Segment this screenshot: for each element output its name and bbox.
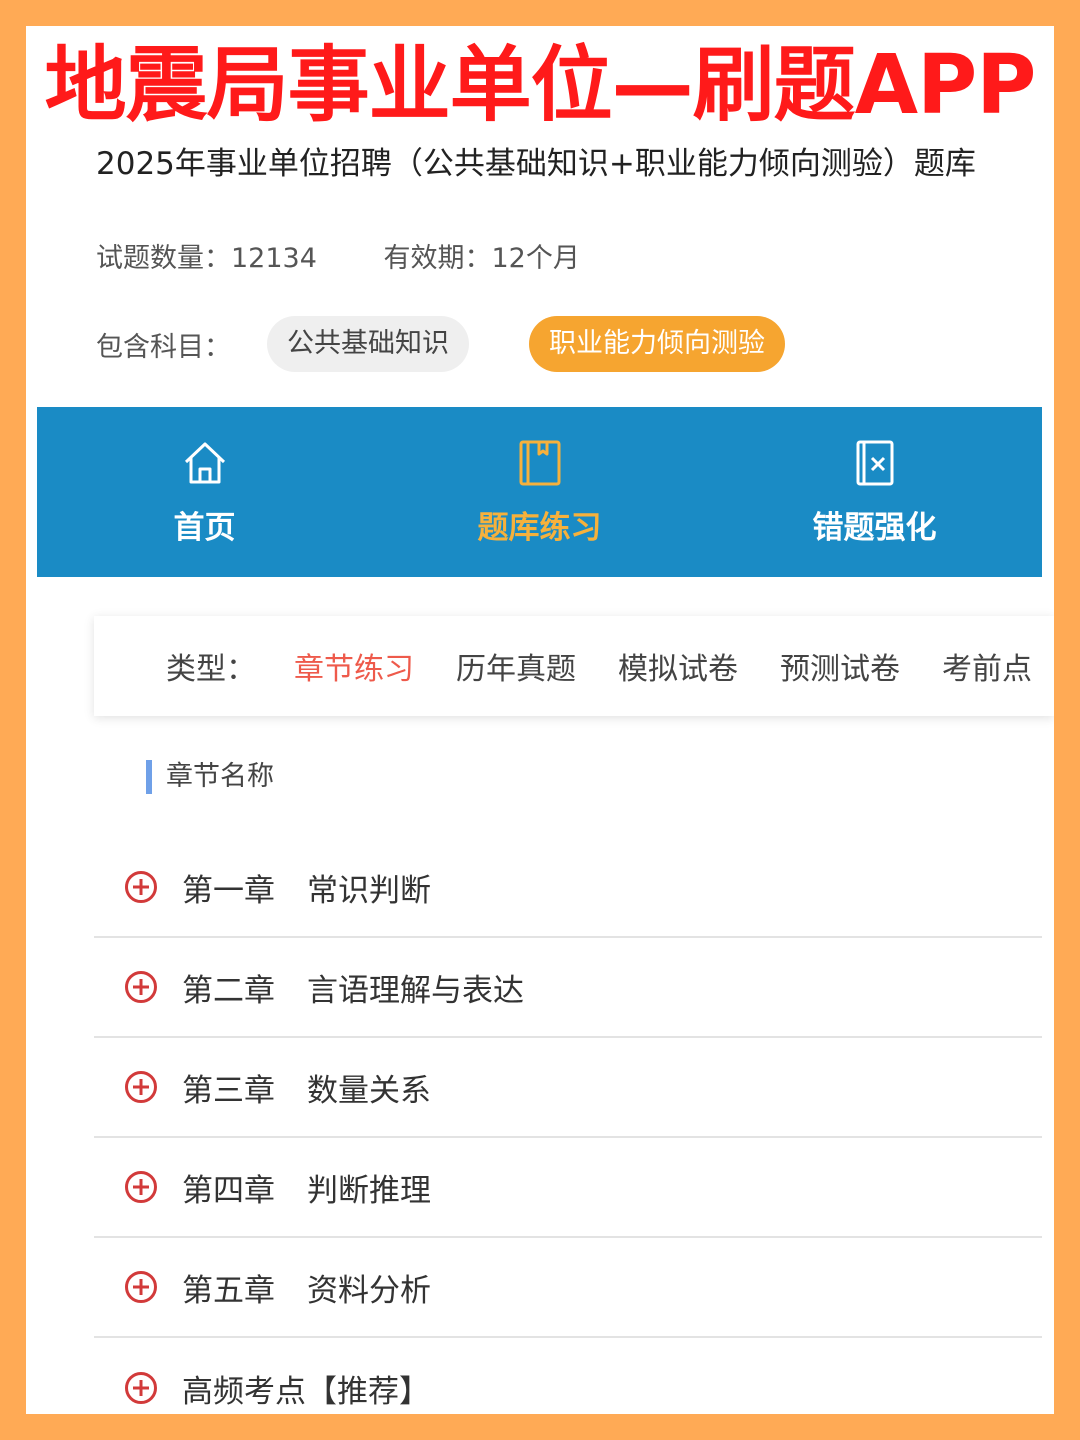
chapter-item[interactable]: 第四章 判断推理	[94, 1138, 1042, 1238]
chapter-number: 第二章	[182, 972, 275, 1009]
nav-item-question-bank[interactable]: 题库练习	[372, 407, 707, 577]
main-nav-bar: 首页 题库练习 错题强化	[37, 407, 1042, 577]
expand-plus-icon[interactable]	[124, 1170, 158, 1204]
chapter-item[interactable]: 第三章 数量关系	[94, 1038, 1042, 1138]
subject-chip-public-knowledge[interactable]: 公共基础知识	[267, 316, 469, 372]
chapter-name: 资料分析	[307, 1272, 431, 1309]
expand-plus-icon[interactable]	[124, 1371, 158, 1405]
question-count: 试题数量：12134	[96, 243, 317, 274]
type-tab-chapter-practice[interactable]: 章节练习	[294, 644, 414, 688]
type-tab-past-exams[interactable]: 历年真题	[456, 644, 576, 688]
type-filter-bar: 类型： 章节练习 历年真题 模拟试卷 预测试卷 考前点	[94, 616, 1054, 716]
subject-chip-aptitude-test[interactable]: 职业能力倾向测验	[529, 316, 785, 372]
type-tab-pre-exam-points[interactable]: 考前点	[942, 644, 1032, 688]
subjects-row: 包含科目： 公共基础知识 职业能力倾向测验	[96, 316, 785, 372]
type-filter-label: 类型：	[166, 652, 256, 687]
chapter-item[interactable]: 第五章 资料分析	[94, 1238, 1042, 1338]
chapter-name: 言语理解与表达	[307, 972, 524, 1009]
chapter-item[interactable]: 第一章 常识判断	[94, 838, 1042, 938]
expand-plus-icon[interactable]	[124, 870, 158, 904]
question-bank-title: 2025年事业单位招聘（公共基础知识+职业能力倾向测验）题库	[96, 146, 976, 182]
chapter-name: 常识判断	[307, 872, 431, 909]
type-tab-mock-papers[interactable]: 模拟试卷	[618, 644, 738, 688]
chapter-number: 第三章	[182, 1072, 275, 1109]
chapter-name: 高频考点【推荐】	[182, 1373, 430, 1410]
chapter-item[interactable]: 第二章 言语理解与表达	[94, 938, 1042, 1038]
expand-plus-icon[interactable]	[124, 1070, 158, 1104]
nav-item-wrong-questions[interactable]: 错题强化	[707, 407, 1042, 577]
wrong-question-icon	[856, 440, 893, 485]
validity-period: 有效期：12个月	[383, 243, 580, 274]
home-icon	[184, 442, 225, 483]
promo-banner-title: 地震局事业单位—刷题APP	[44, 38, 1037, 133]
chapter-number: 第一章	[182, 872, 275, 909]
chapter-list: 第一章 常识判断 第二章 言语理解与表达 第三章 数量关系 第四章 判断推理 第…	[94, 838, 1042, 1414]
book-icon	[519, 440, 560, 485]
expand-plus-icon[interactable]	[124, 1270, 158, 1304]
app-screenshot-frame: 地震局事业单位—刷题APP 2025年事业单位招聘（公共基础知识+职业能力倾向测…	[26, 26, 1054, 1414]
chapter-number: 第四章	[182, 1172, 275, 1209]
nav-label-wrong-questions: 错题强化	[812, 509, 937, 546]
chapter-name: 数量关系	[307, 1072, 431, 1109]
chapter-number: 第五章	[182, 1272, 275, 1309]
nav-label-home: 首页	[173, 509, 236, 546]
nav-label-question-bank: 题库练习	[477, 509, 602, 546]
chapter-item-recommended[interactable]: 高频考点【推荐】	[94, 1338, 1042, 1414]
nav-item-home[interactable]: 首页	[37, 407, 372, 577]
expand-plus-icon[interactable]	[124, 970, 158, 1004]
meta-info: 试题数量：12134 有效期：12个月	[96, 236, 638, 275]
subjects-label: 包含科目：	[96, 331, 231, 363]
type-tab-predicted-papers[interactable]: 预测试卷	[780, 644, 900, 688]
chapter-name: 判断推理	[307, 1172, 431, 1209]
section-title: 章节名称	[146, 760, 274, 794]
